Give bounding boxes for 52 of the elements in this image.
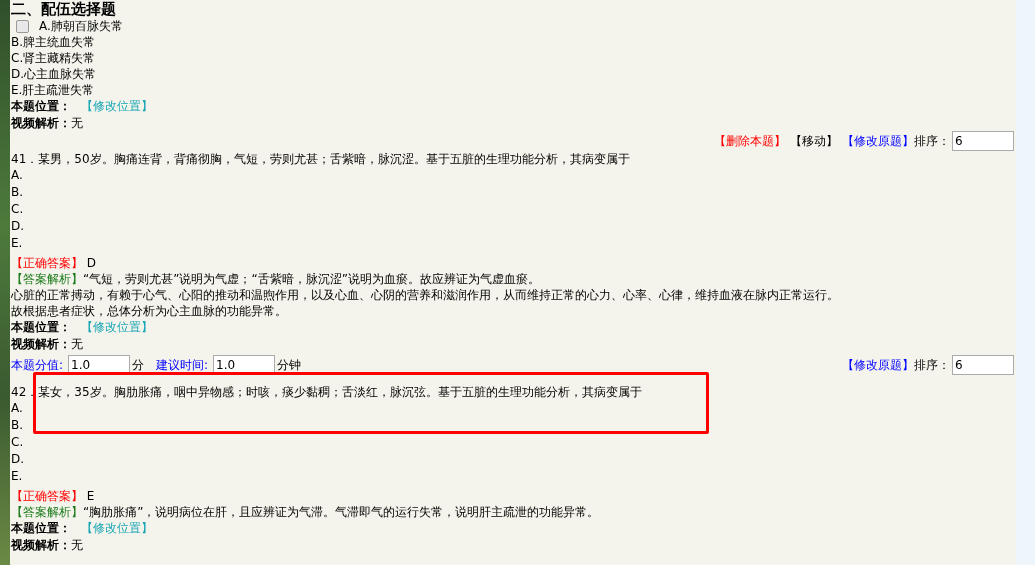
score-unit: 分 <box>132 356 145 374</box>
sort-label: 排序： <box>914 132 950 150</box>
option-text: B. <box>11 417 24 434</box>
action-link[interactable]: 【删除本题】 <box>714 132 786 150</box>
option-text: C. <box>11 434 24 451</box>
analysis-text: “胸肋胀痛”，说明病位在肝，且应辨证为气滞。气滞即气的运行失常，说明肝主疏泄的功能异常。 <box>83 505 600 519</box>
position-label: 本题位置： <box>11 521 71 535</box>
analysis-text: 故根据患者症状，总体分析为心主血脉的功能异常。 <box>11 304 287 318</box>
option-text: B.脾主统血失常 <box>11 34 96 50</box>
option-text: C. <box>11 201 24 218</box>
option-text: E. <box>11 235 23 252</box>
answer-value: D <box>86 256 97 270</box>
video-value: 无 <box>71 116 83 130</box>
option-text: A. <box>11 400 23 417</box>
video-label: 视频解析： <box>11 337 71 351</box>
option-text: B. <box>11 184 24 201</box>
action-link[interactable]: 【移动】 <box>790 132 838 150</box>
position-label: 本题位置： <box>11 99 71 113</box>
score-label: 本题分值: <box>11 356 64 374</box>
analysis-label: 【答案解析】 <box>11 505 83 519</box>
option-text: A. <box>11 167 23 184</box>
checkbox[interactable] <box>16 19 29 33</box>
answer-value: E <box>86 489 95 503</box>
time-label: 建议时间: <box>156 356 209 374</box>
option-text: E. <box>11 468 23 485</box>
sort-label: 排序： <box>914 356 950 374</box>
option-text: D. <box>11 451 25 468</box>
question-text: 42．某女，35岁。胸肋胀痛，咽中异物感；时咳，痰少黏稠；舌淡红，脉沉弦。基于五脏的生理功能分析，其病变属于 <box>11 384 643 400</box>
option-text: D.心主血脉失常 <box>11 66 97 82</box>
score-input[interactable]: 1.0 <box>68 355 131 375</box>
question-text: 41．某男，50岁。胸痛连背，背痛彻胸，气短，劳则尤甚；舌紫暗，脉沉涩。基于五脏的生理功能分析，其病变属于 <box>11 151 631 167</box>
video-label: 视频解析： <box>11 538 71 552</box>
video-label: 视频解析： <box>11 116 71 130</box>
option-text: A.肺朝百脉失常 <box>39 18 123 34</box>
video-value: 无 <box>71 337 83 351</box>
action-link[interactable]: 【修改原题】 <box>842 132 914 150</box>
sort-input[interactable]: 6 <box>952 131 1014 151</box>
analysis-text: “气短，劳则尤甚”说明为气虚；“舌紫暗，脉沉涩”说明为血瘀。故应辨证为气虚血瘀。 <box>83 272 540 286</box>
time-unit: 分钟 <box>277 356 302 374</box>
answer-label: 【正确答案】 <box>11 256 83 270</box>
option-text: C.肾主藏精失常 <box>11 50 96 66</box>
analysis-label: 【答案解析】 <box>11 272 83 286</box>
answer-label: 【正确答案】 <box>11 489 83 503</box>
analysis-text: 心脏的正常搏动，有赖于心气、心阳的推动和温煦作用，以及心血、心阴的营养和滋润作用，从而维持正常的心力、心率、心律，维持血液在脉内正常运行。 <box>11 288 839 302</box>
time-input[interactable]: 1.0 <box>213 355 276 375</box>
option-text: D. <box>11 218 25 235</box>
sort-input[interactable]: 6 <box>952 355 1014 375</box>
option-text: E.肝主疏泄失常 <box>11 82 95 98</box>
edit-question-link[interactable]: 【修改原题】 <box>842 356 914 374</box>
video-value: 无 <box>71 538 83 552</box>
section-title: 二、配伍选择题 <box>11 0 117 18</box>
position-label: 本题位置： <box>11 320 71 334</box>
